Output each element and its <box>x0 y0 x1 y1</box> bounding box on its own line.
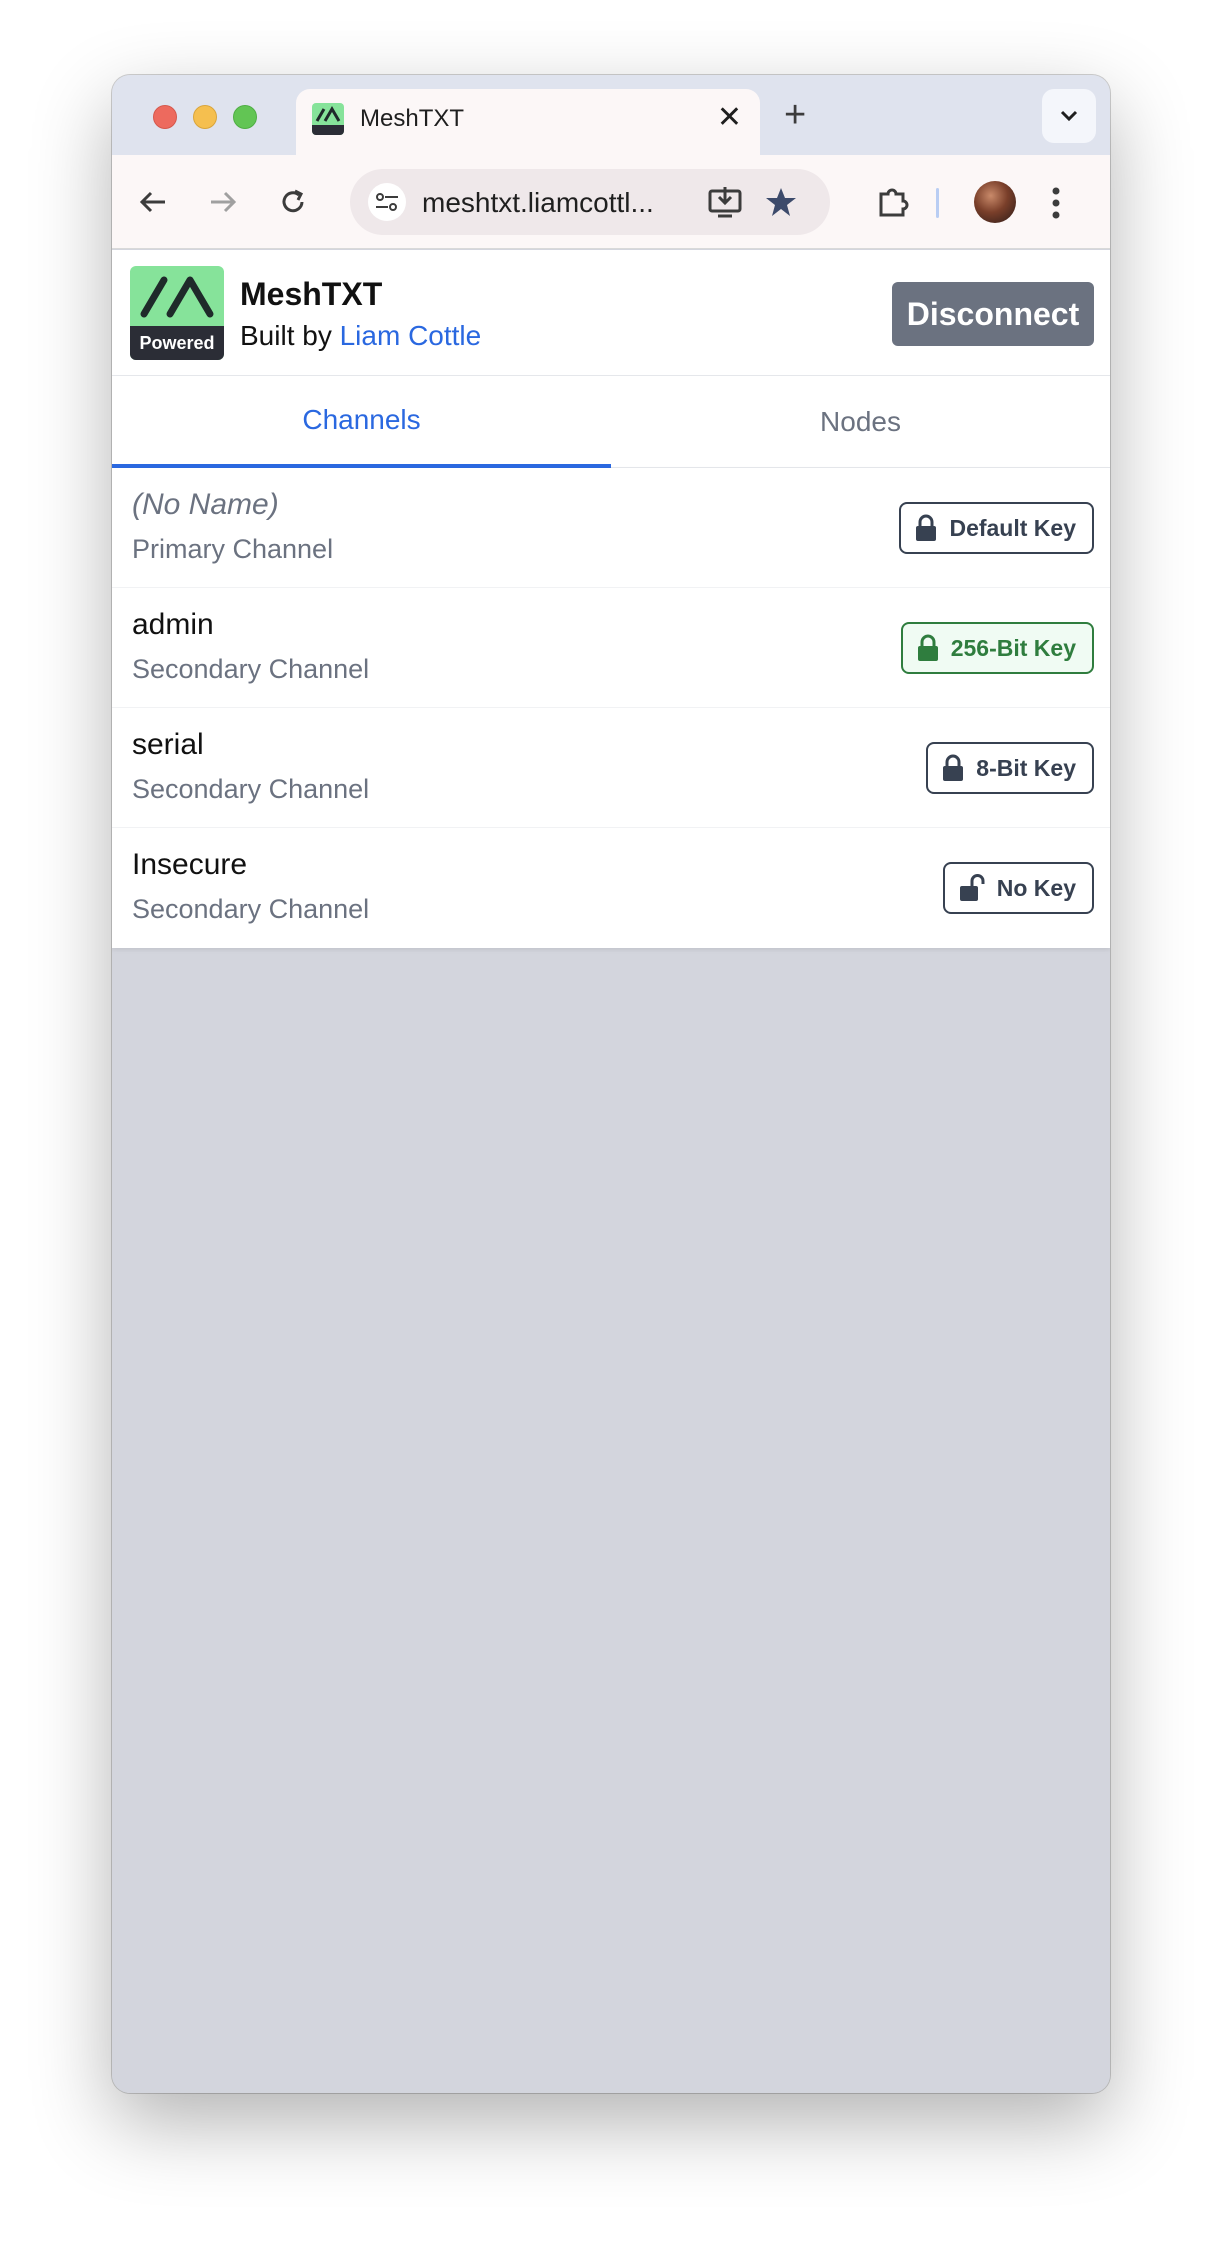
minimize-window-button[interactable] <box>193 105 217 129</box>
bookmark-star-icon[interactable] <box>762 183 800 226</box>
meshtxt-logo-icon <box>140 276 214 318</box>
close-window-button[interactable] <box>153 105 177 129</box>
reload-icon <box>282 189 304 213</box>
tab-search-button[interactable] <box>1042 89 1096 143</box>
more-menu-icon[interactable] <box>1050 183 1062 228</box>
channel-name: (No Name) <box>132 488 279 521</box>
channel-name: serial <box>132 728 204 761</box>
channel-name: Insecure <box>132 848 248 881</box>
unlock-icon <box>959 874 985 901</box>
toolbar-divider <box>936 188 939 218</box>
puzzle-icon <box>879 188 909 217</box>
tab-nodes[interactable]: Nodes <box>611 376 1110 468</box>
arrow-right-icon <box>211 191 237 213</box>
logo-badge: Powered <box>130 326 224 360</box>
lock-icon <box>943 754 964 781</box>
channel-row[interactable]: admin Secondary Channel 256-Bit Key <box>112 588 1110 708</box>
key-badge-label: 8-Bit Key <box>976 754 1076 781</box>
channel-type: Secondary Channel <box>132 654 370 684</box>
key-badge-label: 256-Bit Key <box>950 634 1076 661</box>
page-content: Powered MeshTXT Built by Liam Cottle Dis… <box>112 250 1110 2093</box>
key-badge: 256-Bit Key <box>900 622 1094 674</box>
channel-type: Secondary Channel <box>132 774 370 804</box>
tab-title: MeshTXT <box>360 105 465 132</box>
tab-close-icon[interactable]: ✕ <box>717 101 742 135</box>
reload-button[interactable] <box>268 177 318 227</box>
address-bar[interactable]: meshtxt.liamcottl... <box>350 169 830 235</box>
channel-type: Secondary Channel <box>132 894 370 924</box>
tab-bar: Channels Nodes <box>112 376 1110 468</box>
author-link[interactable]: Liam Cottle <box>340 320 482 351</box>
key-badge: 8-Bit Key <box>926 742 1094 794</box>
app-logo: Powered <box>130 266 224 360</box>
key-badge: No Key <box>942 862 1094 914</box>
url-text: meshtxt.liamcottl... <box>422 187 654 218</box>
browser-tab[interactable]: MeshTXT ✕ <box>296 89 760 155</box>
favicon-icon <box>312 103 344 135</box>
built-by-label: Built by <box>240 320 340 351</box>
profile-avatar[interactable] <box>974 181 1016 223</box>
install-app-icon[interactable] <box>706 183 744 226</box>
back-button[interactable] <box>128 177 178 227</box>
channel-row[interactable]: (No Name) Primary Channel Default Key <box>112 468 1110 588</box>
key-badge-label: Default Key <box>949 514 1076 541</box>
key-badge-label: No Key <box>996 874 1076 901</box>
tab-channels[interactable]: Channels <box>112 376 611 468</box>
channel-type: Primary Channel <box>132 534 334 564</box>
chevron-down-icon <box>1060 110 1078 122</box>
maximize-window-button[interactable] <box>233 105 257 129</box>
site-settings-icon[interactable] <box>368 183 406 221</box>
lock-icon <box>916 514 937 541</box>
channel-list: (No Name) Primary Channel Default Key ad… <box>112 468 1110 948</box>
forward-button[interactable] <box>198 177 248 227</box>
app-subtitle: Built by Liam Cottle <box>240 320 481 352</box>
key-badge: Default Key <box>899 502 1094 554</box>
tab-strip: MeshTXT ✕ + <box>112 75 1110 155</box>
channel-row[interactable]: Insecure Secondary Channel No Key <box>112 828 1110 948</box>
app-title: MeshTXT <box>240 276 383 312</box>
extensions-button[interactable] <box>868 177 918 227</box>
new-tab-icon[interactable]: + <box>784 95 806 135</box>
app-header: Powered MeshTXT Built by Liam Cottle Dis… <box>112 250 1110 376</box>
channel-row[interactable]: serial Secondary Channel 8-Bit Key <box>112 708 1110 828</box>
channel-name: admin <box>132 608 214 641</box>
browser-toolbar: meshtxt.liamcottl... <box>112 155 1110 249</box>
arrow-left-icon <box>139 191 165 213</box>
disconnect-button[interactable]: Disconnect <box>892 282 1094 346</box>
browser-window: MeshTXT ✕ + meshtxt.liamcottl... Powered… <box>112 75 1110 2093</box>
lock-icon <box>917 634 938 661</box>
